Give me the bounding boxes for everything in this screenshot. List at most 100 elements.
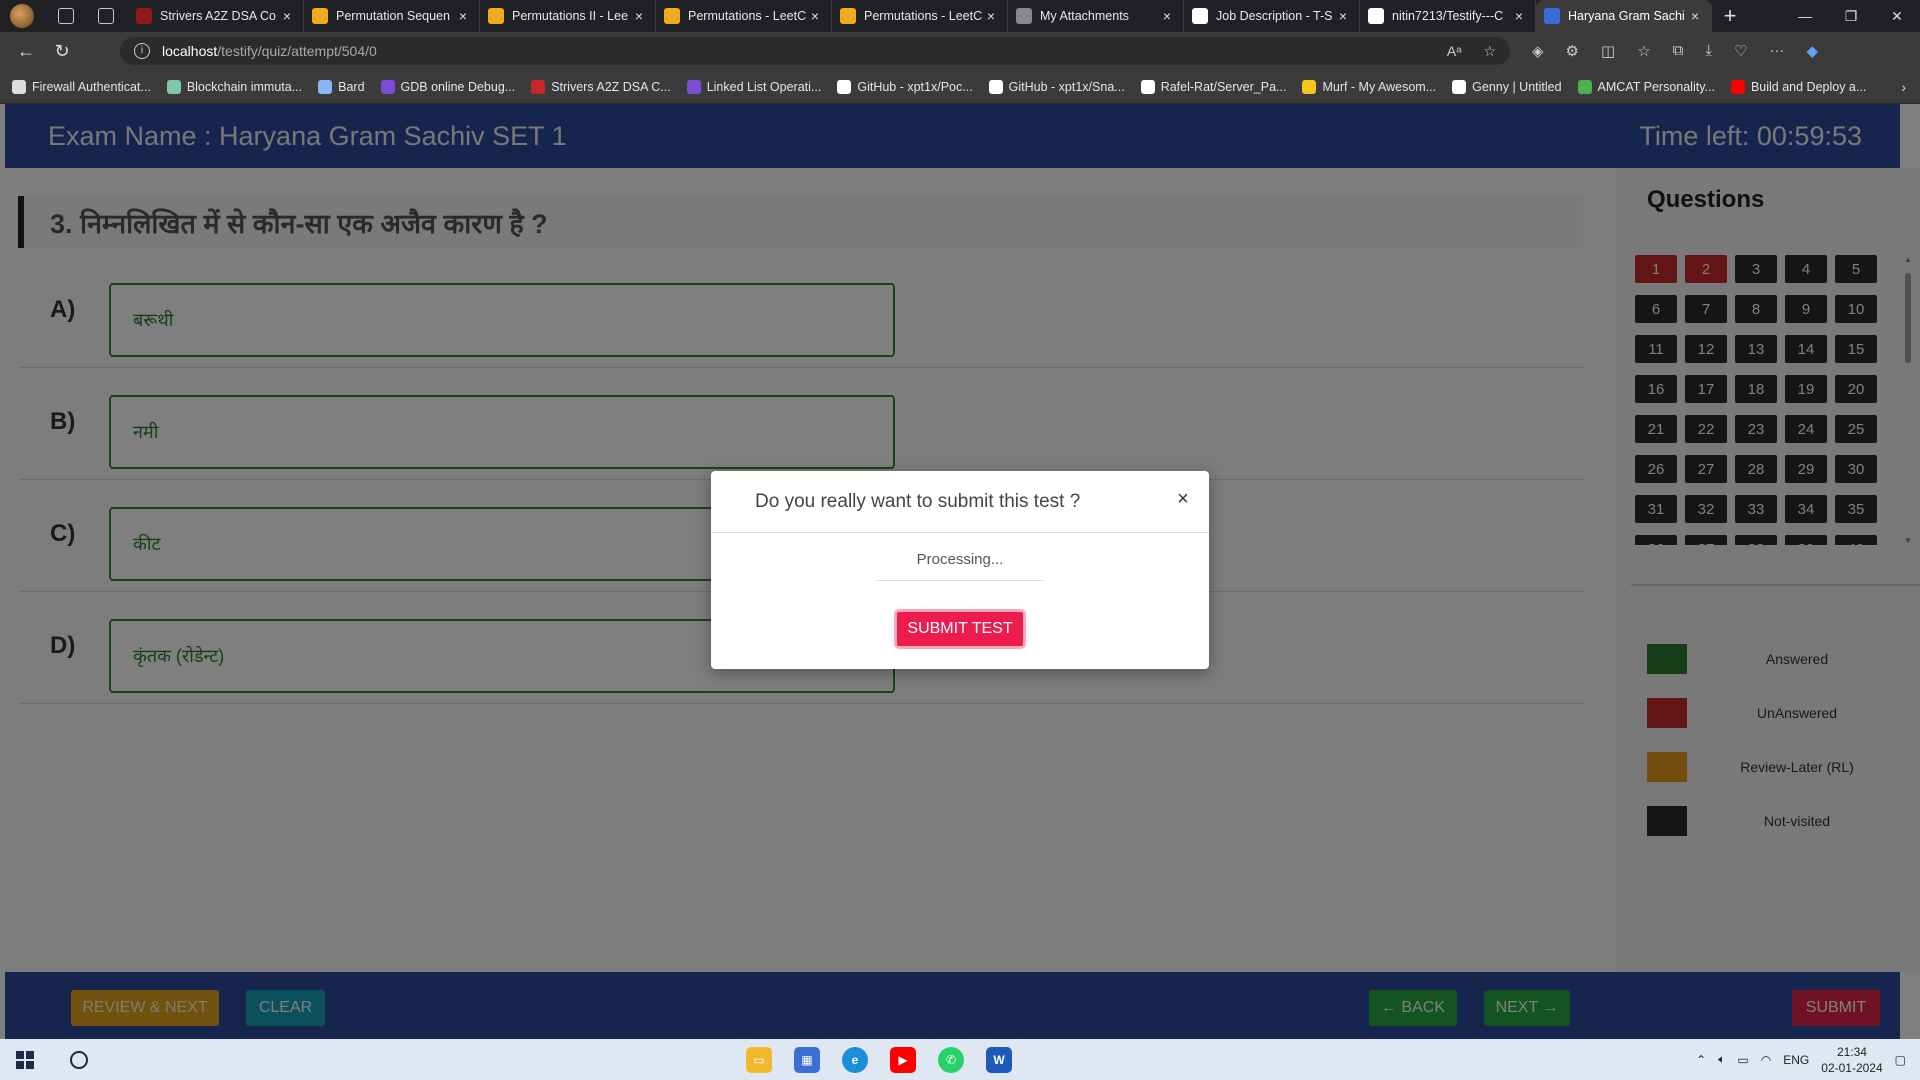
close-icon[interactable]: × [1173,489,1193,509]
submit-test-button[interactable]: SUBMIT TEST [894,609,1026,649]
search-icon[interactable] [70,1050,88,1069]
workspaces-icon[interactable] [58,8,74,24]
tab-close-icon[interactable]: × [983,8,999,24]
tab-close-icon[interactable]: × [1335,8,1351,24]
bookmark-favicon-icon [1140,79,1155,94]
bookmarks-more-icon[interactable]: › [1901,79,1906,95]
tab-title: Permutations - LeetC [864,9,983,23]
bookmark-label: Rafel-Rat/Server_Pa... [1160,79,1287,94]
language-indicator[interactable]: ENG [1783,1053,1809,1067]
tab-close-icon[interactable]: × [631,8,647,24]
file-explorer-icon[interactable]: ▭ [746,1047,772,1073]
browser-tab[interactable]: Permutations - LeetC × [832,0,1008,32]
url-host: localhost [162,43,218,59]
bookmark-item[interactable]: GDB online Debug... [380,79,515,94]
window-close-icon[interactable]: ✕ [1874,8,1920,25]
url-field[interactable]: i localhost/testify/quiz/attempt/504/0 A… [120,37,1510,65]
minimize-icon[interactable]: — [1782,8,1828,25]
bookmark-item[interactable]: GitHub - xpt1x/Poc... [837,79,973,94]
tab-favicon-icon [1368,8,1384,24]
battery-icon[interactable]: ▭ [1737,1053,1748,1067]
bookmark-favicon-icon [12,79,26,94]
word-icon[interactable]: W [986,1047,1012,1073]
tab-favicon-icon [664,8,680,24]
bookmark-item[interactable]: GitHub - xpt1x/Sna... [988,79,1125,94]
tab-favicon-icon [1192,8,1208,24]
youtube-icon[interactable]: ▶ [890,1047,916,1073]
favorite-star-icon[interactable]: ☆ [1483,43,1496,60]
bookmark-label: Genny | Untitled [1472,79,1562,94]
favorites-icon[interactable]: ☆ [1637,42,1650,60]
back-arrow-icon[interactable]: ← [8,41,44,62]
tab-close-icon[interactable]: × [807,8,823,24]
bookmark-item[interactable]: AMCAT Personality... [1577,79,1715,94]
tab-close-icon[interactable]: × [455,8,471,24]
tab-title: Haryana Gram Sachi [1568,9,1685,23]
store-icon[interactable]: ▦ [794,1047,820,1073]
bookmark-item[interactable]: Rafel-Rat/Server_Pa... [1140,79,1287,94]
tab-title: My Attachments [1040,9,1129,23]
split-screen-icon[interactable]: ◫ [1601,42,1615,60]
tab-title: nitin7213/Testify---C [1392,9,1504,23]
site-info-icon[interactable]: i [134,43,150,59]
bookmark-favicon-icon [1452,79,1467,94]
puzzle-icon[interactable]: ⚙ [1566,42,1579,60]
restore-icon[interactable]: ❐ [1828,8,1874,25]
tab-close-icon[interactable]: × [1511,8,1527,24]
tab-close-icon[interactable]: × [1159,8,1175,24]
windows-start-icon[interactable] [16,1050,34,1069]
tab-favicon-icon [488,8,504,24]
bookmark-label: Blockchain immuta... [186,79,303,94]
bookmark-item[interactable]: Linked List Operati... [686,79,821,94]
new-tab-icon[interactable]: + [1712,3,1748,29]
bookmark-item[interactable]: Firewall Authenticat... [12,79,151,94]
clock[interactable]: 21:34 02-01-2024 [1821,1044,1882,1076]
tab-actions-icon[interactable] [98,8,114,24]
tab-close-icon[interactable]: × [1687,8,1703,24]
bookmark-label: Strivers A2Z DSA C... [551,79,671,94]
window-controls: — ❐ ✕ [1782,8,1920,25]
browser-tab[interactable]: Haryana Gram Sachi × [1536,0,1712,32]
bookmark-item[interactable]: Bard [318,79,365,94]
browser-tab[interactable]: Strivers A2Z DSA Co × [128,0,304,32]
clock-time: 21:34 [1836,1044,1867,1059]
performance-icon[interactable]: ♡ [1734,42,1747,60]
submit-confirm-dialog: Do you really want to submit this test ?… [711,471,1209,669]
browser-tab[interactable]: Permutations II - Lee × [480,0,656,32]
bookmark-favicon-icon [1577,79,1592,94]
edge-icon[interactable]: e [842,1047,868,1073]
volume-icon[interactable]: 🔈︎ [1718,1052,1725,1067]
read-aloud-icon[interactable]: Aᵃ [1447,43,1462,60]
bookmark-item[interactable]: Genny | Untitled [1452,79,1562,94]
bookmark-favicon-icon [318,79,333,94]
copilot-icon[interactable]: ◆ [1806,42,1818,60]
system-tray: ⌃ 🔈︎ ▭ ◠ ENG 21:34 02-01-2024 ▢ [1696,1039,1906,1080]
browser-tab[interactable]: Job Description - T-S × [1184,0,1360,32]
more-menu-icon[interactable]: ··· [1769,42,1784,60]
browser-tab[interactable]: My Attachments × [1008,0,1184,32]
taskbar-apps: ▭ ▦ e ▶ ✆ W [746,1047,1012,1073]
extension-icon[interactable]: ◈ [1532,42,1544,60]
bookmark-item[interactable]: Blockchain immuta... [166,79,303,94]
profile-avatar[interactable] [10,4,34,28]
bookmark-item[interactable]: Murf - My Awesom... [1302,79,1436,94]
tab-close-icon[interactable]: × [279,8,295,24]
bookmark-item[interactable]: Strivers A2Z DSA C... [531,79,671,94]
whatsapp-icon[interactable]: ✆ [938,1047,964,1073]
windows-taskbar: ▭ ▦ e ▶ ✆ W ⌃ 🔈︎ ▭ ◠ ENG 21:34 02-01-202… [0,1039,1920,1080]
bookmark-favicon-icon [166,79,181,94]
browser-tab[interactable]: nitin7213/Testify---C × [1360,0,1536,32]
browser-tab[interactable]: Permutations - LeetC × [656,0,832,32]
bookmark-item[interactable]: Build and Deploy a... [1730,79,1866,94]
url-path: /testify/quiz/attempt/504/0 [217,43,377,59]
collections-icon[interactable]: ⧉ [1673,42,1684,60]
tab-title: Permutation Sequen [336,9,450,23]
bookmark-favicon-icon [686,79,701,94]
notification-icon[interactable]: ▢ [1895,1053,1906,1067]
wifi-icon[interactable]: ◠ [1761,1053,1771,1067]
chevron-up-icon[interactable]: ⌃ [1696,1053,1706,1067]
browser-tab[interactable]: Permutation Sequen × [304,0,480,32]
downloads-icon[interactable]: ⤓ [1705,42,1712,60]
refresh-icon[interactable]: ↻ [44,41,80,62]
browser-tab-bar: Strivers A2Z DSA Co × Permutation Sequen × P… [0,0,1920,32]
